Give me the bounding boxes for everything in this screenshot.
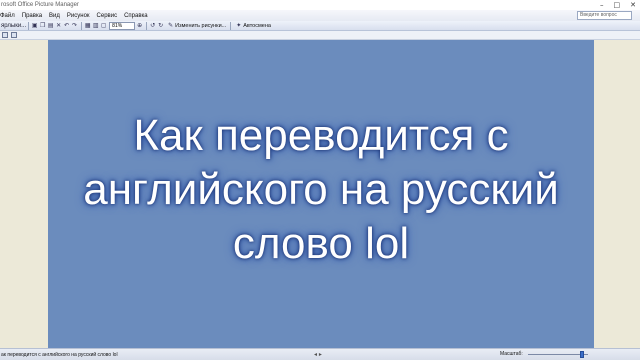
picture-caption: Как переводится с английского на русский…: [83, 111, 559, 268]
menu-tools[interactable]: Сервис: [95, 13, 123, 19]
menu-help[interactable]: Справка: [122, 13, 153, 19]
view-filmstrip-icon[interactable]: ▥: [92, 22, 99, 29]
edit-pictures-label: Изменить рисунки...: [175, 22, 227, 29]
edit-pictures-icon: ✎: [168, 22, 174, 29]
view-single-icon[interactable]: ▢: [100, 22, 107, 29]
toolbar-divider: [28, 21, 30, 30]
view-toolbar: [0, 31, 640, 40]
menu-edit[interactable]: Правка: [20, 13, 47, 19]
picture-preview[interactable]: Как переводится с английского на русский…: [48, 40, 594, 348]
menu-file[interactable]: Файл: [0, 13, 20, 19]
help-search-input[interactable]: Введите вопрос: [577, 11, 632, 20]
menu-bar: Файл Правка Вид Рисунок Сервис Справка В…: [0, 10, 640, 21]
copy-icon[interactable]: ❐: [39, 22, 46, 29]
minimize-button[interactable]: –: [600, 0, 604, 10]
picture-workspace: Как переводится с английского на русский…: [0, 40, 640, 348]
view-toggle-icon[interactable]: [2, 32, 8, 38]
redo-icon[interactable]: ↷: [71, 22, 78, 29]
zoom-slider-thumb[interactable]: [580, 351, 584, 358]
zoom-label: Масштаб:: [500, 351, 523, 357]
toolbar-divider: [146, 21, 148, 30]
shortcuts-label: ярлыки...: [1, 22, 27, 29]
menu-picture[interactable]: Рисунок: [65, 13, 95, 19]
toolbar: ярлыки... ▣ ❐ ▤ ✕ ↶ ↷ ▦ ▥ ▢ 81% ⊕ ↺ ↻ ✎ …: [0, 21, 640, 31]
autocorrect-icon: ✦: [236, 22, 242, 29]
maximize-button[interactable]: □: [614, 0, 621, 10]
view-thumbnails-icon[interactable]: ▦: [84, 22, 91, 29]
toolbar-divider: [81, 21, 83, 30]
title-bar: rosoft Office Picture Manager – □ ✕: [0, 0, 640, 10]
undo-icon[interactable]: ↶: [63, 22, 70, 29]
zoom-input[interactable]: 81%: [109, 21, 136, 30]
zoom-slider-track[interactable]: [528, 354, 588, 355]
save-icon[interactable]: ▣: [31, 22, 38, 29]
window-controls: – □ ✕: [600, 0, 636, 10]
toolbar-divider: [230, 21, 232, 30]
delete-icon[interactable]: ✕: [55, 22, 62, 29]
status-bar: ак переводится с английского на русский …: [0, 348, 640, 360]
rotate-left-icon[interactable]: ↺: [149, 22, 156, 29]
shortcuts-button[interactable]: ярлыки...: [1, 22, 26, 30]
paste-icon[interactable]: ▤: [47, 22, 54, 29]
status-filename: ак переводится с английского на русский …: [1, 351, 118, 358]
menu-view[interactable]: Вид: [47, 13, 65, 19]
autocorrect-label: Автосмена: [243, 22, 271, 29]
navigation-arrows-icon[interactable]: ◂ ▸: [314, 351, 322, 358]
edit-pictures-button[interactable]: ✎ Изменить рисунки...: [165, 22, 228, 29]
zoom-in-icon[interactable]: ⊕: [136, 22, 143, 29]
window-title: rosoft Office Picture Manager: [1, 2, 79, 8]
close-button[interactable]: ✕: [630, 0, 636, 10]
autocorrect-button[interactable]: ✦ Автосмена: [233, 22, 273, 29]
panel-toggle-icon[interactable]: [11, 32, 17, 38]
rotate-right-icon[interactable]: ↻: [157, 22, 164, 29]
